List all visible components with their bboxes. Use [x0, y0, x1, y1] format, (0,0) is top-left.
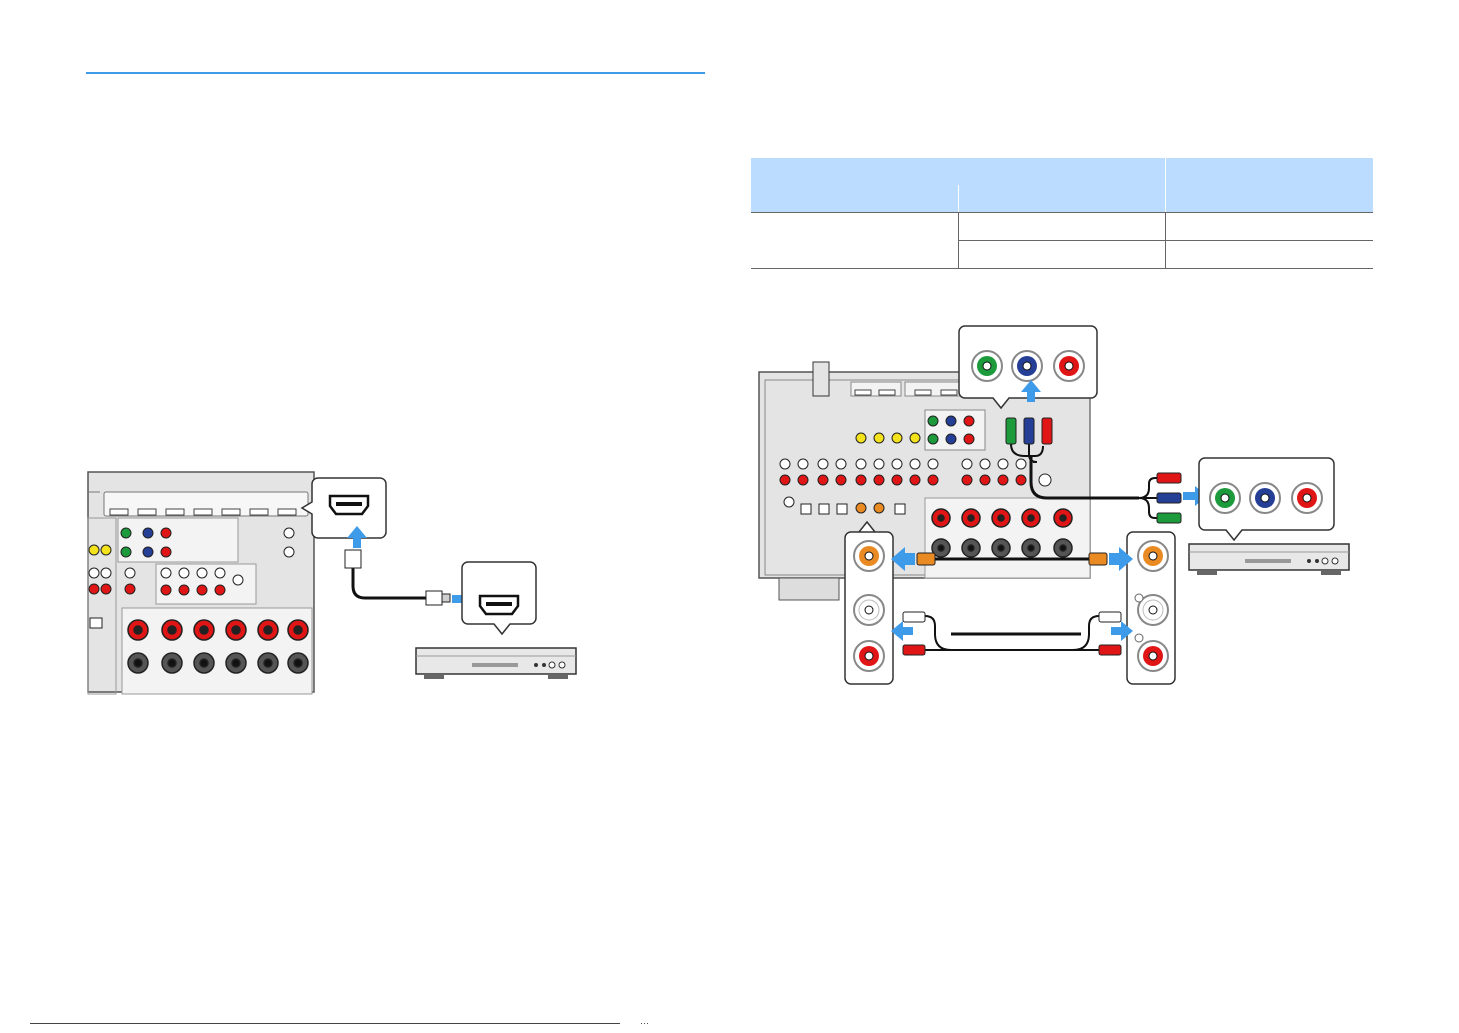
- component-connection-figure: [758, 325, 1350, 685]
- hdmi-port-icon: [300, 477, 387, 539]
- table-header-group: [751, 158, 1166, 185]
- table-subheader-2: [957, 185, 1166, 213]
- player-device-icon: [1188, 543, 1350, 575]
- analog-audio-cable-icon: [891, 611, 1133, 656]
- component-jacks-icon: [844, 520, 894, 685]
- component-jacks-icon: [1126, 531, 1176, 685]
- receiver-rear-panel: [87, 471, 315, 695]
- table-cell: [957, 240, 1166, 269]
- footer-text: ···: [640, 1018, 649, 1028]
- footer-rule: [30, 1023, 620, 1024]
- component-jacks-icon: [1198, 457, 1335, 542]
- table-header-right: [1165, 158, 1373, 213]
- table-cell: [751, 212, 959, 269]
- table-row: [751, 212, 1373, 269]
- table-cell: [1165, 212, 1373, 241]
- table-subheader-1: [751, 185, 959, 213]
- table-cell: [1165, 240, 1373, 269]
- section-title-rule: [86, 72, 705, 74]
- hdmi-port-icon: [461, 561, 537, 636]
- table-cell: [957, 212, 1166, 241]
- connection-table: [751, 158, 1373, 269]
- player-device-icon: [415, 647, 577, 679]
- hdmi-connection-figure: [87, 471, 577, 695]
- hdmi-cable-icon: [344, 549, 451, 606]
